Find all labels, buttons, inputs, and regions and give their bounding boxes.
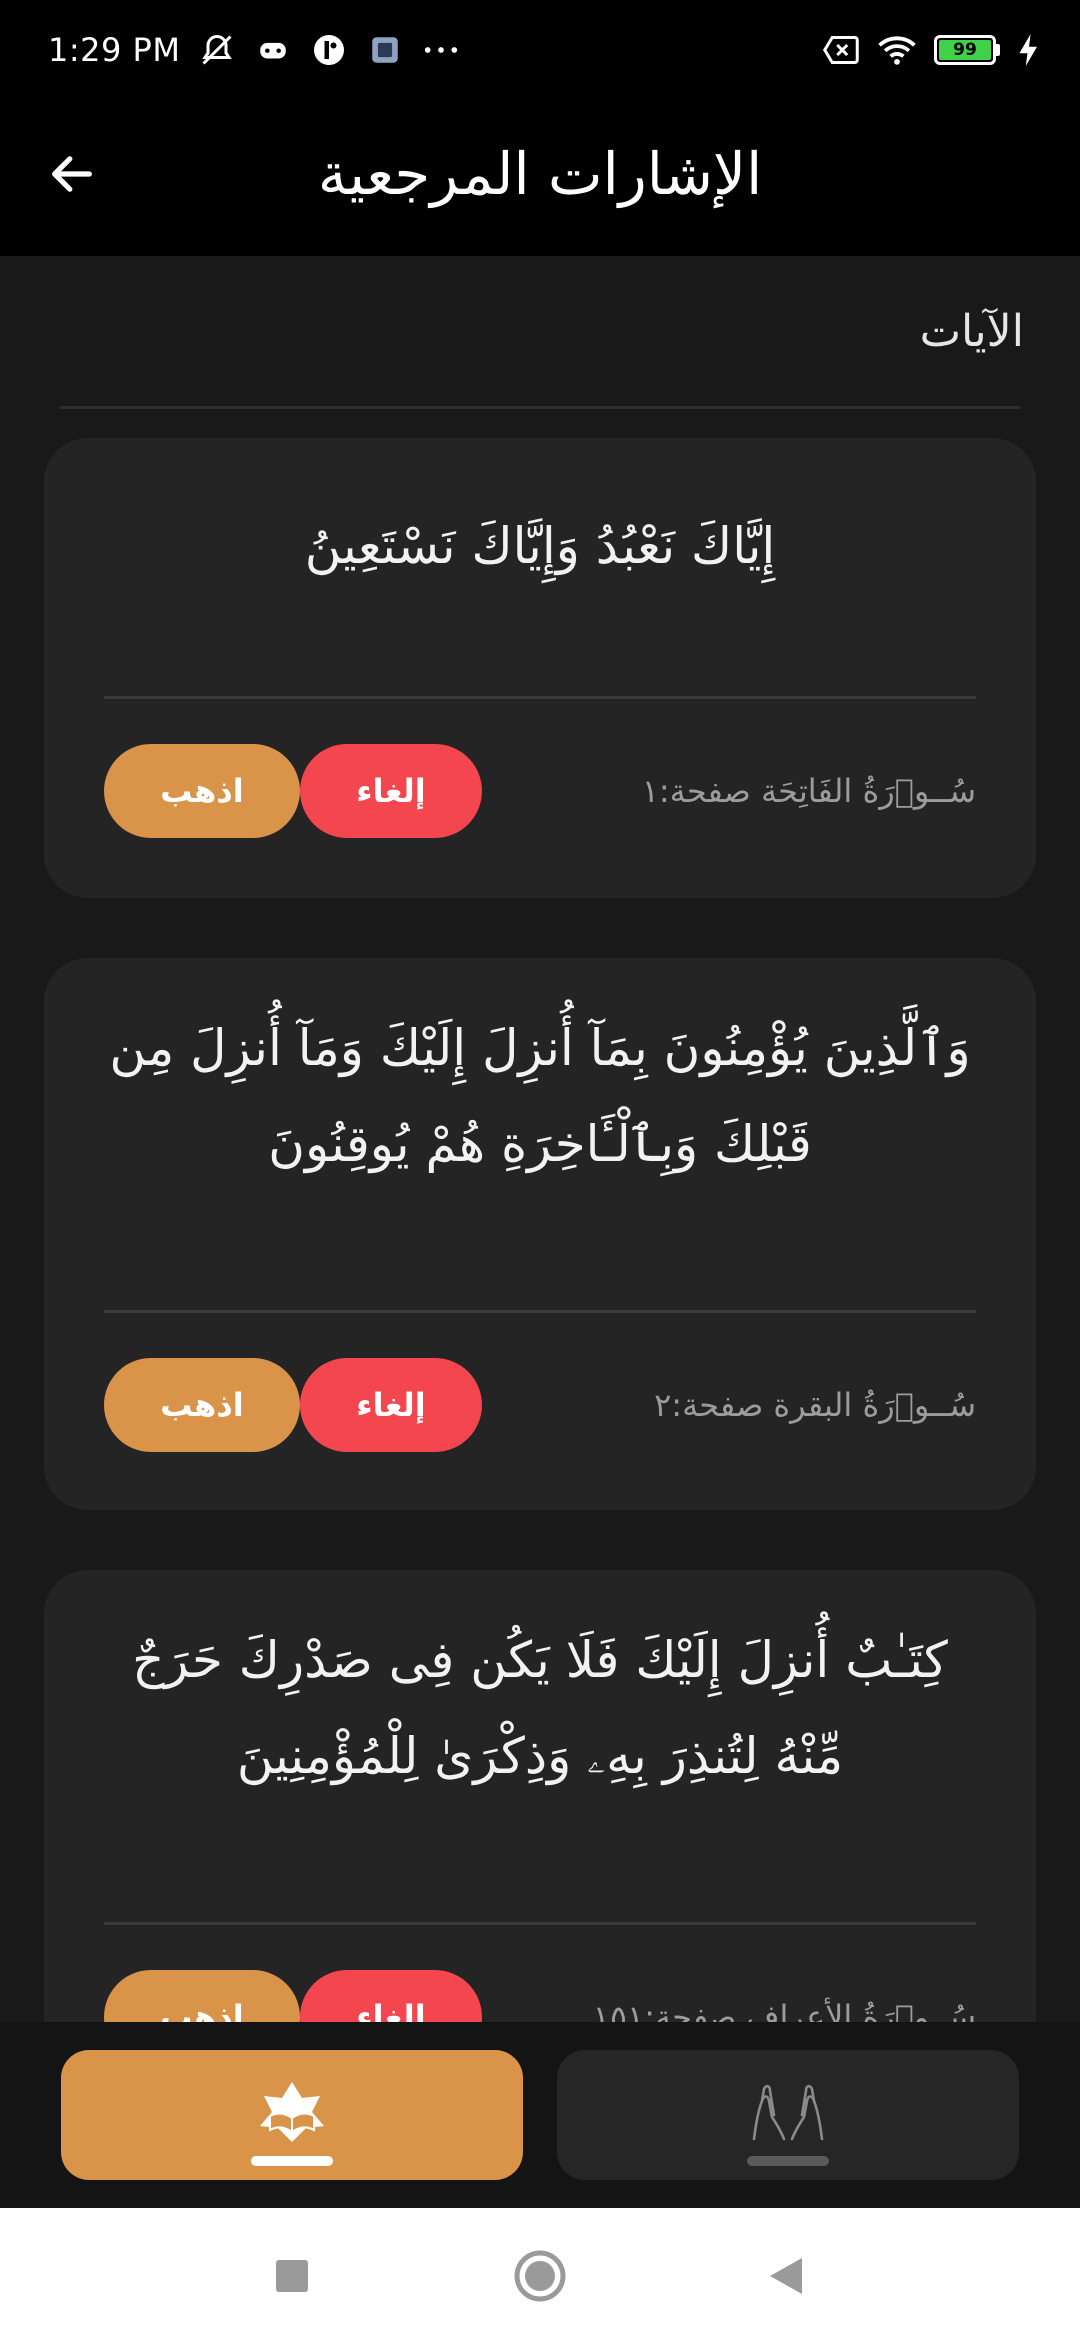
back-nav-button[interactable]: [758, 2248, 814, 2304]
status-time: 1:29 PM: [48, 31, 181, 69]
go-button[interactable]: اذهب: [104, 1970, 300, 2022]
tab-quran[interactable]: [61, 2050, 523, 2180]
card-footer: سُــوۡرَةُ الفَاتِحَة صفحة:١ إلغاء اذهب: [104, 744, 976, 838]
praying-hands-icon: [752, 2084, 824, 2141]
card-divider: [104, 1922, 976, 1925]
verse-reference: سُــوۡرَةُ الأعراف صفحة:١٥١: [592, 1998, 976, 2022]
bookmark-card: وَٱلَّذِينَ يُؤْمِنُونَ بِمَآ أُنزِلَ إِ…: [44, 958, 1036, 1510]
bookmark-card: إِيَّاكَ نَعْبُدُ وَإِيَّاكَ نَسْتَعِينُ…: [44, 438, 1036, 898]
system-nav-bar: [0, 2208, 1080, 2340]
battery-icon: 99: [934, 35, 1000, 65]
card-divider: [104, 1310, 976, 1313]
page-title: الإشارات المرجعية: [317, 140, 763, 208]
mute-icon: [198, 31, 236, 69]
card-footer: سُــوۡرَةُ الأعراف صفحة:١٥١ إلغاء اذهب: [104, 1970, 976, 2022]
verse-text: وَٱلَّذِينَ يُؤْمِنُونَ بِمَآ أُنزِلَ إِ…: [109, 1019, 971, 1173]
status-left: 1:29 PM: [48, 31, 460, 69]
bookmarks-content[interactable]: الآيات إِيَّاكَ نَعْبُدُ وَإِيَّاكَ نَسْ…: [0, 256, 1080, 2022]
wifi-icon: [878, 31, 916, 69]
status-bar: 1:29 PM 99: [0, 0, 1080, 100]
app-icon: [310, 31, 348, 69]
cancel-button[interactable]: إلغاء: [300, 744, 482, 838]
sim-off-icon: [822, 31, 860, 69]
square-icon: [276, 2260, 308, 2292]
back-button[interactable]: [36, 138, 108, 210]
triangle-back-icon: [770, 2258, 802, 2294]
section-divider: [60, 406, 1020, 409]
cancel-button[interactable]: إلغاء: [300, 1970, 482, 2022]
verse-reference: سُــوۡرَةُ الفَاتِحَة صفحة:١: [641, 772, 976, 810]
battery-level: 99: [939, 40, 991, 60]
tab-dua[interactable]: [557, 2050, 1019, 2180]
go-button[interactable]: اذهب: [104, 1358, 300, 1452]
home-button[interactable]: [512, 2248, 568, 2304]
charging-icon: [1018, 31, 1040, 69]
app-bar: الإشارات المرجعية: [0, 100, 1080, 256]
card-footer: سُــوۡرَةُ البقرة صفحة:٢ إلغاء اذهب: [104, 1358, 976, 1452]
inactive-indicator: [747, 2156, 829, 2166]
verse-text: كِتَـٰبٌ أُنزِلَ إِلَيْكَ فَلَا يَكُن فِ…: [132, 1631, 948, 1785]
active-indicator: [251, 2156, 333, 2166]
go-button[interactable]: اذهب: [104, 744, 300, 838]
recents-button[interactable]: [264, 2248, 320, 2304]
status-right: 99: [822, 31, 1040, 69]
verse-reference: سُــوۡرَةُ البقرة صفحة:٢: [654, 1386, 976, 1424]
bottom-nav: [0, 2022, 1080, 2208]
section-title: الآيات: [919, 306, 1024, 357]
more-dots-icon: [422, 31, 460, 69]
arrow-left-icon: [52, 156, 92, 192]
quran-book-icon: [260, 2082, 324, 2142]
verse-text: إِيَّاكَ نَعْبُدُ وَإِيَّاكَ نَسْتَعِينُ: [304, 517, 776, 575]
cancel-button[interactable]: إلغاء: [300, 1358, 482, 1452]
bookmark-card: كِتَـٰبٌ أُنزِلَ إِلَيْكَ فَلَا يَكُن فِ…: [44, 1570, 1036, 2022]
game-icon: [254, 31, 292, 69]
screenshot-icon: [366, 31, 404, 69]
circle-icon: [514, 2250, 566, 2302]
card-divider: [104, 696, 976, 699]
